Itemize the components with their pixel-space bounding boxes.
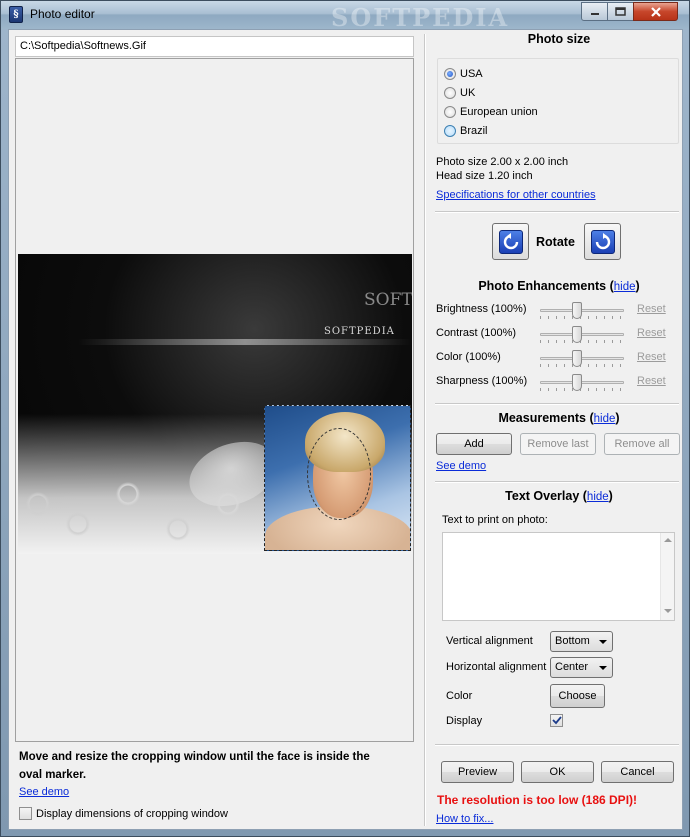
contrast-slider[interactable] <box>572 326 582 343</box>
color-label: Color (100%) <box>436 351 501 363</box>
dialog-client-area: C:\Softpedia\Softnews.Gif SOFTPEDIA SOFT… <box>8 29 683 830</box>
close-icon <box>650 6 661 17</box>
window-title: Photo editor <box>30 7 95 21</box>
brightness-slider-row: Brightness (100%) Reset <box>436 301 682 319</box>
radio-button[interactable] <box>444 125 456 137</box>
separator <box>435 211 679 213</box>
panel-divider <box>424 34 426 826</box>
rotate-left-button[interactable] <box>492 223 529 260</box>
color-slider-row: Color (100%) Reset <box>436 349 682 367</box>
color-slider[interactable] <box>572 350 582 367</box>
minimize-button[interactable] <box>581 2 608 21</box>
sharpness-slider-row: Sharpness (100%) Reset <box>436 373 682 391</box>
scroll-up-icon[interactable] <box>664 538 672 542</box>
display-dimensions-checkbox[interactable] <box>19 807 32 820</box>
color-option-label: Color <box>446 690 473 702</box>
maximize-icon <box>615 7 626 16</box>
rotate-left-icon <box>503 232 518 249</box>
crop-instructions: Move and resize the cropping window unti… <box>19 751 370 781</box>
title-bar[interactable]: § Photo editor SOFTPEDIA <box>1 1 689 32</box>
image-logo-text: SOFTPEDIA <box>324 326 395 337</box>
sharpness-reset-link[interactable]: Reset <box>637 375 666 387</box>
photo-enhancements-heading: Photo Enhancements (hide) <box>478 279 640 293</box>
vertical-alignment-label: Vertical alignment <box>446 635 533 647</box>
country-radio-group: USA UK European union Brazil <box>437 58 679 144</box>
remove-last-button[interactable]: Remove last <box>520 433 596 455</box>
text-to-print-label: Text to print on photo: <box>442 514 548 526</box>
close-button[interactable] <box>633 2 678 21</box>
ok-button[interactable]: OK <box>521 761 594 783</box>
separator <box>435 481 679 483</box>
contrast-slider-row: Contrast (100%) Reset <box>436 325 682 343</box>
vertical-alignment-select[interactable]: Bottom <box>550 631 613 652</box>
photo-editor-window: § Photo editor SOFTPEDIA C:\Softpedia\So… <box>0 0 690 837</box>
file-path-field[interactable]: C:\Softpedia\Softnews.Gif <box>15 36 414 57</box>
display-dimensions-row[interactable]: Display dimensions of cropping window <box>19 807 228 820</box>
see-demo-link-crop[interactable]: See demo <box>19 786 69 798</box>
oval-face-marker <box>307 428 371 520</box>
overlay-text-input[interactable] <box>442 532 675 621</box>
brightness-reset-link[interactable]: Reset <box>637 303 666 315</box>
color-reset-link[interactable]: Reset <box>637 351 666 363</box>
preview-button[interactable]: Preview <box>441 761 514 783</box>
rotate-right-button[interactable] <box>584 223 621 260</box>
contrast-label: Contrast (100%) <box>436 327 517 339</box>
vertical-scrollbar[interactable] <box>660 533 674 620</box>
photo-size-text: Photo size 2.00 x 2.00 inch <box>436 156 569 168</box>
hide-enhancements-link[interactable]: hide <box>614 281 636 293</box>
separator <box>435 403 679 405</box>
remove-all-button[interactable]: Remove all <box>604 433 680 455</box>
image-watermark: SOFTPEDIA <box>364 290 412 310</box>
sharpness-label: Sharpness (100%) <box>436 375 528 387</box>
photo-image: SOFTPEDIA SOFTPEDIA <box>18 254 412 554</box>
choose-color-button[interactable]: Choose <box>550 684 605 708</box>
how-to-fix-link[interactable]: How to fix... <box>436 813 493 825</box>
brightness-slider[interactable] <box>572 302 582 319</box>
radio-option-european-union[interactable]: European union <box>444 106 538 118</box>
softpedia-watermark: SOFTPEDIA <box>331 3 510 32</box>
horizontal-alignment-label: Horizontal alignment <box>446 661 547 673</box>
text-overlay-heading: Text Overlay (hide) <box>505 489 613 503</box>
rotate-label: Rotate <box>536 235 575 249</box>
radio-button[interactable] <box>444 68 456 80</box>
chevron-down-icon <box>599 640 607 644</box>
brightness-label: Brightness (100%) <box>436 303 527 315</box>
radio-button[interactable] <box>444 87 456 99</box>
hide-measurements-link[interactable]: hide <box>594 413 616 425</box>
specifications-link[interactable]: Specifications for other countries <box>436 189 596 201</box>
scroll-down-icon[interactable] <box>664 609 672 613</box>
maximize-button[interactable] <box>607 2 634 21</box>
resolution-warning: The resolution is too low (186 DPI)! <box>437 793 638 807</box>
app-icon: § <box>9 6 23 23</box>
image-preview-pane: SOFTPEDIA SOFTPEDIA <box>15 58 414 742</box>
see-demo-link-measurements[interactable]: See demo <box>436 460 486 472</box>
hide-text-overlay-link[interactable]: hide <box>587 491 609 503</box>
display-overlay-label: Display <box>446 715 483 727</box>
minimize-icon <box>590 12 599 15</box>
sharpness-slider[interactable] <box>572 374 582 391</box>
radio-option-usa[interactable]: USA <box>444 68 483 80</box>
horizontal-alignment-select[interactable]: Center <box>550 657 613 678</box>
radio-option-uk[interactable]: UK <box>444 87 475 99</box>
display-overlay-checkbox[interactable] <box>550 714 563 727</box>
radio-button[interactable] <box>444 106 456 118</box>
cropping-window[interactable] <box>264 405 411 551</box>
display-dimensions-label: Display dimensions of cropping window <box>36 807 228 820</box>
rotate-right-icon <box>595 232 610 249</box>
photo-size-heading: Photo size <box>527 32 591 46</box>
checkmark-icon <box>551 716 562 725</box>
contrast-reset-link[interactable]: Reset <box>637 327 666 339</box>
chevron-down-icon <box>599 666 607 670</box>
add-measurement-button[interactable]: Add <box>436 433 512 455</box>
cancel-button[interactable]: Cancel <box>601 761 674 783</box>
radio-option-brazil[interactable]: Brazil <box>444 125 488 137</box>
separator <box>435 744 679 746</box>
head-size-text: Head size 1.20 inch <box>436 170 533 182</box>
measurements-heading: Measurements (hide) <box>498 411 620 425</box>
